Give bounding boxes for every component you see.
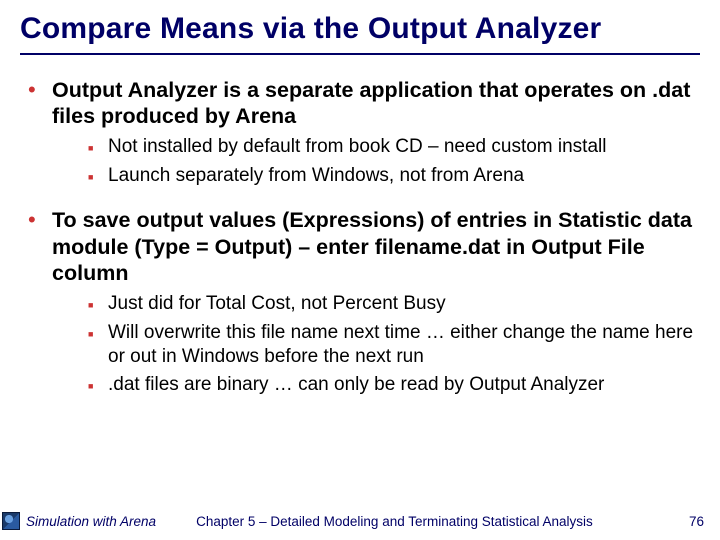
bullet-text: Output Analyzer is a separate applicatio… [52, 77, 698, 129]
bullet-level1: • To save output values (Expressions) of… [26, 207, 698, 286]
subbullet-text: Launch separately from Windows, not from… [108, 164, 524, 189]
bullet-level2: ■ Launch separately from Windows, not fr… [88, 164, 698, 189]
square-icon: ■ [88, 321, 108, 369]
footer-chapter: Chapter 5 – Detailed Modeling and Termin… [196, 514, 689, 529]
bullet-level2: ■ .dat files are binary … can only be re… [88, 373, 698, 398]
bullet-level2: ■ Not installed by default from book CD … [88, 135, 698, 160]
subbullet-text: Just did for Total Cost, not Percent Bus… [108, 292, 446, 317]
book-logo-icon [2, 512, 20, 530]
bullet-level2: ■ Will overwrite this file name next tim… [88, 321, 698, 369]
square-icon: ■ [88, 292, 108, 317]
square-icon: ■ [88, 164, 108, 189]
title-rule [20, 53, 700, 55]
bullet-level1: • Output Analyzer is a separate applicat… [26, 77, 698, 129]
square-icon: ■ [88, 373, 108, 398]
subbullet-text: .dat files are binary … can only be read… [108, 373, 604, 398]
sublist: ■ Not installed by default from book CD … [88, 135, 698, 189]
footer-page-number: 76 [689, 514, 720, 529]
subbullet-text: Will overwrite this file name next time … [108, 321, 698, 369]
bullet-level2: ■ Just did for Total Cost, not Percent B… [88, 292, 698, 317]
square-icon: ■ [88, 135, 108, 160]
dot-icon: • [26, 207, 52, 286]
subbullet-text: Not installed by default from book CD – … [108, 135, 606, 160]
slide-body: • Output Analyzer is a separate applicat… [20, 77, 700, 398]
footer-book-title: Simulation with Arena [26, 514, 156, 529]
slide-footer: Simulation with Arena Chapter 5 – Detail… [0, 510, 720, 532]
sublist: ■ Just did for Total Cost, not Percent B… [88, 292, 698, 398]
slide-title: Compare Means via the Output Analyzer [20, 12, 700, 45]
dot-icon: • [26, 77, 52, 129]
bullet-text: To save output values (Expressions) of e… [52, 207, 698, 286]
slide: Compare Means via the Output Analyzer • … [0, 0, 720, 540]
